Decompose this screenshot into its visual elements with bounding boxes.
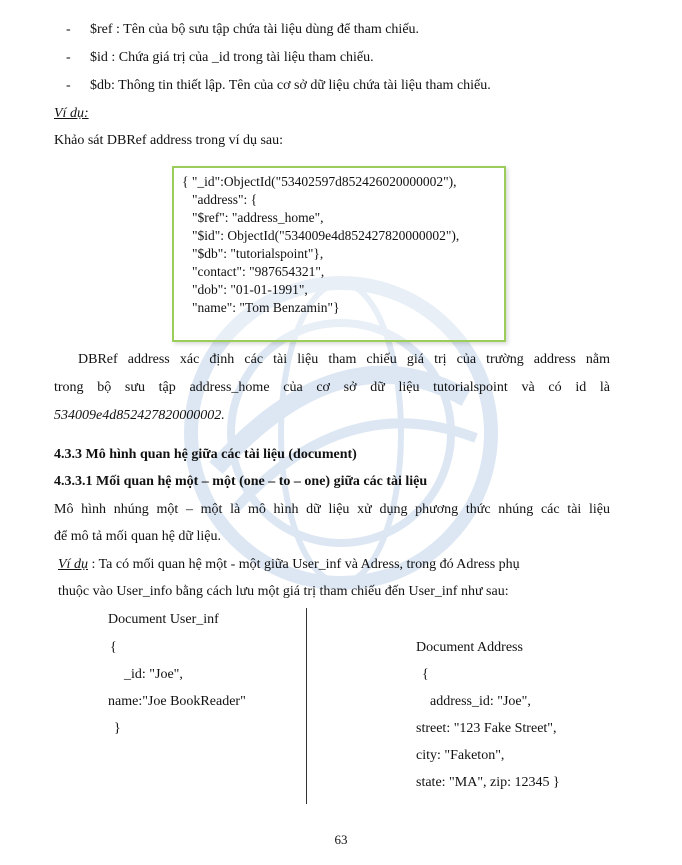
code-line: { "_id":ObjectId("53402597d8524260200000… bbox=[182, 174, 457, 189]
bullet-dash: - bbox=[66, 22, 71, 37]
code-line: "$id": ObjectId("534009e4d85242782000000… bbox=[192, 228, 460, 243]
left-doc-line: Document User_inf bbox=[108, 612, 219, 627]
left-doc-line: _id: "Joe", bbox=[124, 667, 183, 682]
bullet-dash: - bbox=[66, 78, 71, 93]
code-box: { "_id":ObjectId("53402597d8524260200000… bbox=[172, 166, 506, 342]
page-number: 63 bbox=[334, 832, 348, 847]
bullet-text: $db: Thông tin thiết lập. Tên của cơ sở … bbox=[90, 78, 491, 93]
example-intro: Khảo sát DBRef address trong ví dụ sau: bbox=[54, 133, 284, 148]
explain-line: DBRef address xác định các tài liệu tham… bbox=[78, 352, 610, 367]
left-doc-line: { bbox=[110, 640, 117, 655]
explain-line: trong bộ sưu tập address_home của cơ sở … bbox=[54, 380, 610, 395]
explain-line: 534009e4d852427820000002. bbox=[54, 408, 225, 423]
example2-text: : Ta có mối quan hệ một - một giữa User_… bbox=[87, 557, 520, 572]
right-doc-line: city: "Faketon", bbox=[416, 748, 505, 763]
subsection-heading: 4.3.3.1 Mối quan hệ một – một (one – to … bbox=[54, 474, 428, 489]
code-line: "$ref": "address_home", bbox=[192, 210, 324, 225]
left-doc-line: } bbox=[114, 721, 121, 736]
column-divider bbox=[306, 608, 307, 804]
bullet-item: - $ref : Tên của bộ sưu tập chứa tài liệ… bbox=[0, 22, 682, 42]
example2-line: thuộc vào User_info bằng cách lưu một gi… bbox=[58, 584, 509, 599]
example-label: Ví dụ bbox=[58, 557, 88, 572]
bullet-dash: - bbox=[66, 50, 71, 65]
code-line: "name": "Tom Benzamin"} bbox=[192, 300, 340, 315]
left-doc-line: name:"Joe BookReader" bbox=[108, 694, 246, 709]
bullet-item: - $id : Chứa giá trị của _id trong tài l… bbox=[0, 50, 682, 70]
example-label: Ví dụ: bbox=[54, 106, 89, 121]
code-line: "dob": "01-01-1991", bbox=[192, 282, 308, 297]
right-doc-line: state: "MA", zip: 12345 } bbox=[416, 775, 560, 790]
right-doc-line: { bbox=[422, 667, 429, 682]
right-doc-line: street: "123 Fake Street", bbox=[416, 721, 557, 736]
section-heading: 4.3.3 Mô hình quan hệ giữa các tài liệu … bbox=[54, 447, 357, 462]
bullet-text: $ref : Tên của bộ sưu tập chứa tài liệu … bbox=[90, 22, 420, 37]
example2-line: Ví dụ : Ta có mối quan hệ một - một giữa… bbox=[58, 557, 520, 573]
bullet-text: $id : Chứa giá trị của _id trong tài liệ… bbox=[90, 50, 374, 65]
bullet-item: - $db: Thông tin thiết lập. Tên của cơ s… bbox=[0, 78, 682, 98]
right-doc-line: Document Address bbox=[416, 640, 523, 655]
para-line: để mô tả mối quan hệ dữ liệu. bbox=[54, 529, 221, 544]
code-line: "address": { bbox=[192, 192, 258, 207]
right-doc-line: address_id: "Joe", bbox=[430, 694, 531, 709]
code-line: "$db": "tutorialspoint"}, bbox=[192, 246, 324, 261]
code-line: "contact": "987654321", bbox=[192, 264, 325, 279]
para-line: Mô hình nhúng một – một là mô hình dữ li… bbox=[54, 502, 610, 517]
